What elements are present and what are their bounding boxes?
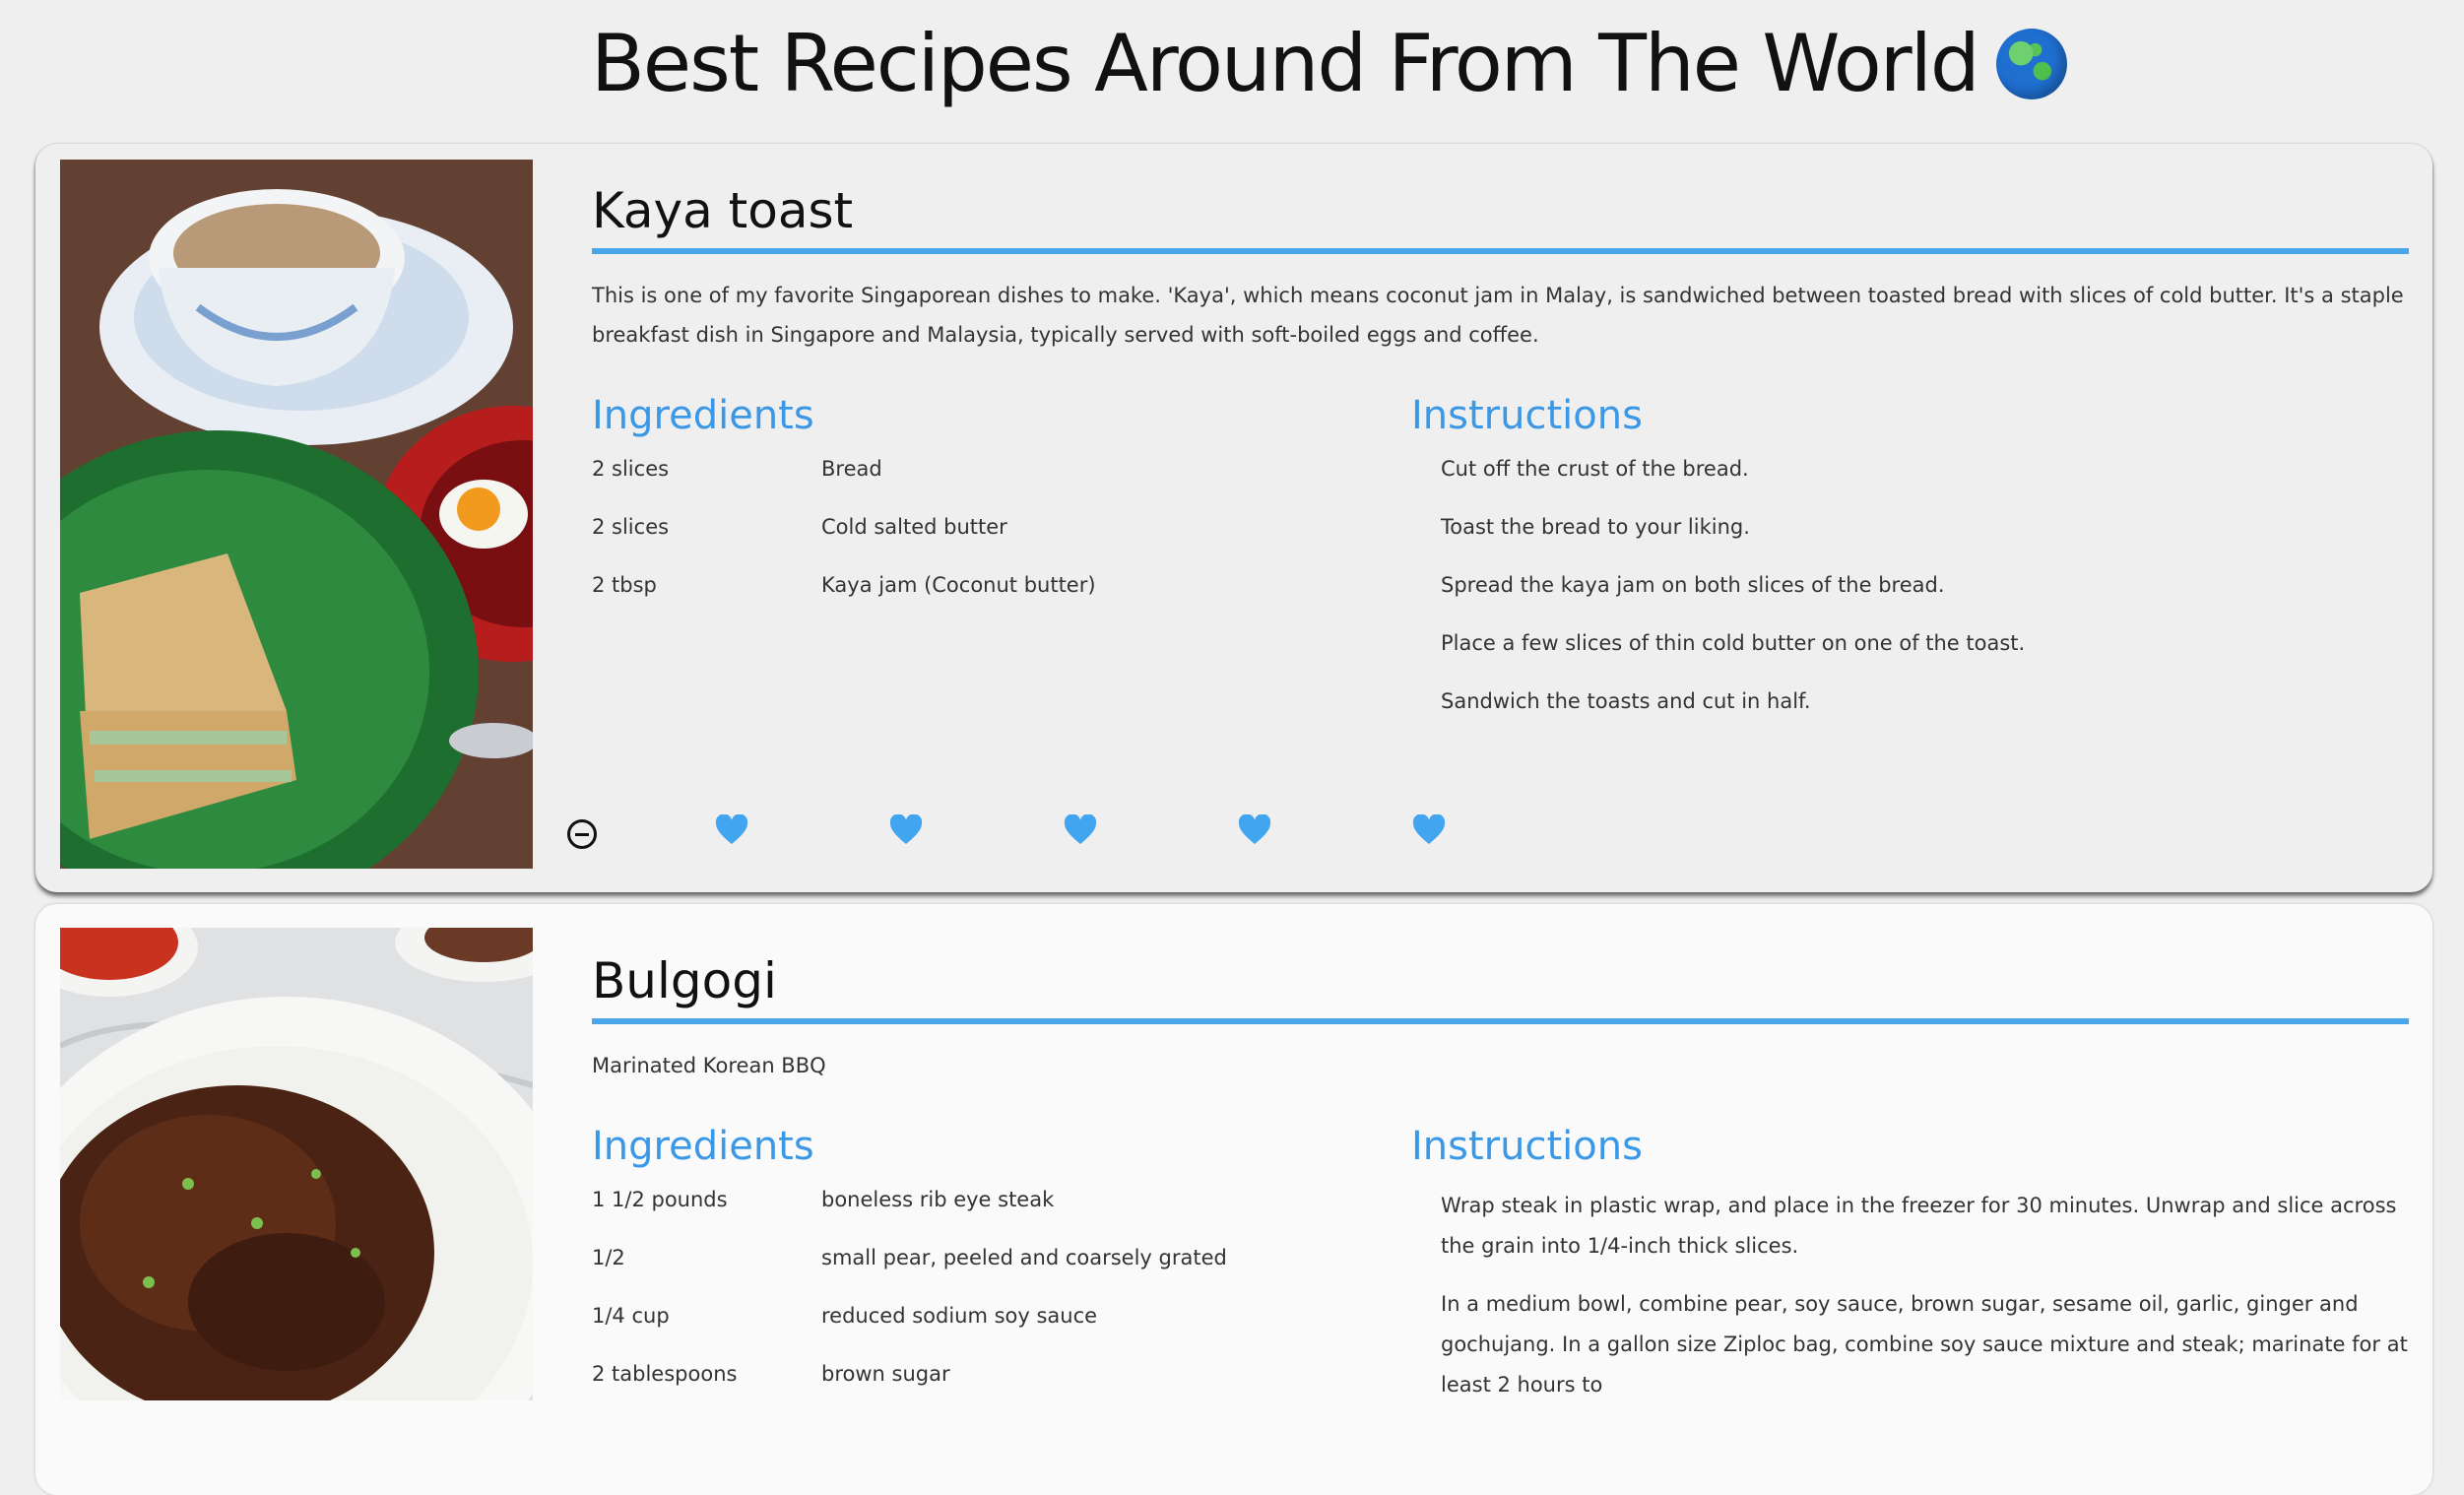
recipe-card-bulgogi: Bulgogi Marinated Korean BBQ Ingredients…: [35, 904, 2432, 1495]
recipe-card-kaya-toast: Kaya toast This is one of my favorite Si…: [35, 144, 2432, 892]
heart-icon[interactable]: [889, 814, 923, 846]
ingredient-qty: 1/4 cup: [592, 1304, 670, 1328]
instructions-section: Instructions Wrap steak in plastic wrap,…: [1411, 1121, 2409, 1423]
instruction-step: Place a few slices of thin cold butter o…: [1441, 631, 2026, 655]
recipe-description: This is one of my favorite Singaporean d…: [592, 284, 2404, 347]
instructions-heading: Instructions: [1411, 1124, 1643, 1169]
recipe-photo: [60, 160, 533, 869]
ingredient-row: 1/4 cup reduced sodium soy sauce: [592, 1302, 1380, 1330]
instruction-step: Wrap steak in plastic wrap, and place in…: [1441, 1194, 2397, 1258]
instructions-list: Cut off the crust of the bread. Toast th…: [1411, 455, 2409, 715]
globe-icon: [1995, 28, 2067, 99]
ingredient-qty: 1/2: [592, 1246, 625, 1269]
ingredient-row: 1/2 small pear, peeled and coarsely grat…: [592, 1244, 1380, 1271]
recipe-title: Kaya toast: [592, 179, 2409, 254]
ingredient-item: Cold salted butter: [821, 515, 1007, 539]
ingredients-heading: Ingredients: [592, 393, 814, 438]
minus-circle-icon[interactable]: [567, 819, 597, 849]
ingredients-section: Ingredients 2 slices Bread 2 slices Cold…: [592, 390, 1380, 629]
heart-icon[interactable]: [1238, 814, 1271, 846]
instructions-list: Wrap steak in plastic wrap, and place in…: [1411, 1186, 2409, 1405]
page-title-text: Best Recipes Around From The World: [591, 18, 1980, 109]
ingredient-row: 2 slices Bread: [592, 455, 1380, 483]
ingredient-row: 1 1/2 pounds boneless rib eye steak: [592, 1186, 1380, 1213]
instructions-heading: Instructions: [1411, 393, 1643, 438]
instructions-section: Instructions Cut off the crust of the br…: [1411, 390, 2409, 746]
ingredients-heading: Ingredients: [592, 1124, 814, 1169]
recipe-title: Bulgogi: [592, 949, 2409, 1024]
ingredient-item: Kaya jam (Coconut butter): [821, 573, 1096, 597]
heart-icon[interactable]: [715, 814, 748, 846]
recipe-photo: [60, 928, 533, 1400]
page-header: Best Recipes Around From The World: [0, 0, 2464, 140]
ingredient-item: boneless rib eye steak: [821, 1188, 1055, 1211]
instruction-step: Spread the kaya jam on both slices of th…: [1441, 573, 1945, 597]
ingredient-qty: 2 slices: [592, 457, 670, 481]
ingredient-item: Bread: [821, 457, 882, 481]
instruction-step: Sandwich the toasts and cut in half.: [1441, 689, 1811, 713]
ingredient-row: 2 slices Cold salted butter: [592, 513, 1380, 541]
ingredients-section: Ingredients 1 1/2 pounds boneless rib ey…: [592, 1121, 1380, 1418]
heart-icon[interactable]: [1064, 814, 1097, 846]
recipe-content: Kaya toast This is one of my favorite Si…: [592, 179, 2409, 713]
instruction-step: Toast the bread to your liking.: [1441, 515, 1750, 539]
page-title: Best Recipes Around From The World: [591, 18, 2067, 109]
instruction-step: In a medium bowl, combine pear, soy sauc…: [1441, 1292, 2408, 1397]
ingredient-qty: 1 1/2 pounds: [592, 1188, 728, 1211]
ingredient-qty: 2 tbsp: [592, 573, 657, 597]
rating-controls: [567, 806, 1587, 855]
recipe-description: Marinated Korean BBQ: [592, 1054, 826, 1077]
ingredient-row: 2 tbsp Kaya jam (Coconut butter): [592, 571, 1380, 599]
recipe-content: Bulgogi Marinated Korean BBQ Ingredients…: [592, 949, 2409, 1397]
instruction-step: Cut off the crust of the bread.: [1441, 457, 1749, 481]
ingredient-item: small pear, peeled and coarsely grated: [821, 1246, 1227, 1269]
ingredient-item: reduced sodium soy sauce: [821, 1304, 1098, 1328]
ingredient-qty: 2 slices: [592, 515, 670, 539]
heart-icon[interactable]: [1412, 814, 1446, 846]
